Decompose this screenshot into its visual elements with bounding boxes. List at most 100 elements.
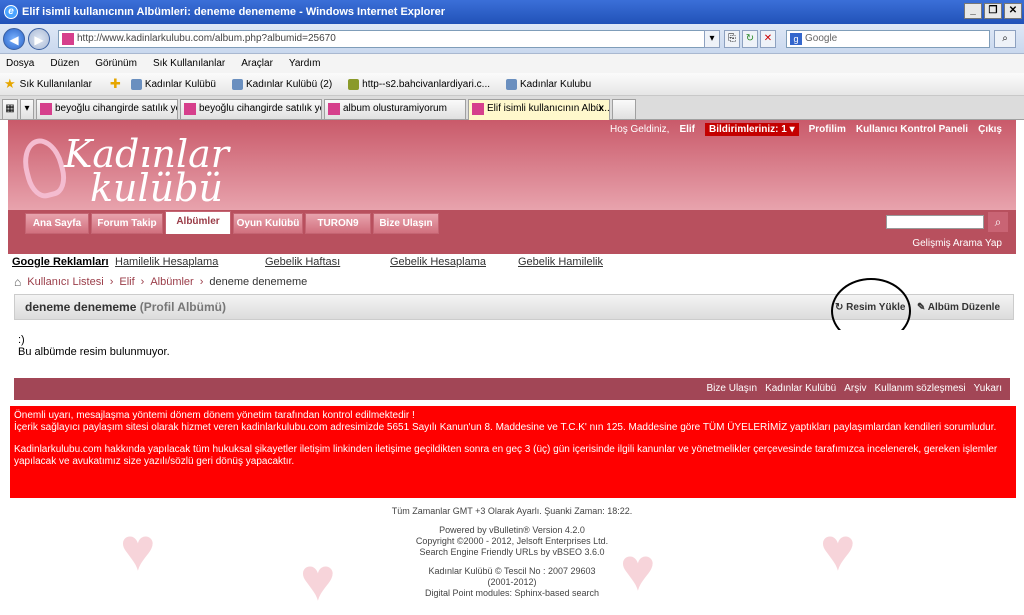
breadcrumb-link[interactable]: Elif (119, 276, 134, 288)
page-icon (348, 78, 360, 90)
tescil-text: Kadınlar Kulübü © Tescil No : 2007 29603 (428, 566, 596, 576)
window-title: Elif isimli kullanıcının Albümleri: dene… (22, 6, 446, 18)
breadcrumb-separator-icon: › (199, 276, 204, 288)
advanced-search-link[interactable]: Gelişmiş Arama Yap (912, 238, 1002, 249)
favorites-bar: ★ Sık Kullanılanlar ✚ Kadınlar Kulübü Ka… (0, 73, 1024, 96)
nav-albums[interactable]: Albümler (165, 211, 231, 235)
quick-tabs-icon[interactable]: ▦ (2, 99, 18, 119)
footer-link[interactable]: Arşiv (844, 383, 866, 394)
web-page: ♥ ♥ ♥ ♥ ♥ ♥ Kadınlar kulübü Hoş Geldiniz… (0, 120, 1024, 615)
profile-link[interactable]: Profilim (809, 124, 846, 135)
breadcrumb-separator-icon: › (140, 276, 145, 288)
footer-bar: Bize Ulaşın Kadınlar Kulübü Arşiv Kullan… (14, 378, 1010, 400)
nav-forum-follow[interactable]: Forum Takip (91, 213, 163, 234)
sub-bar: Gelişmiş Arama Yap (8, 234, 1016, 254)
empty-album-message: Bu albümde resim bulunmuyor. (18, 346, 170, 358)
breadcrumb-link[interactable]: Kullanıcı Listesi (27, 276, 103, 288)
google-ads: Google Reklamları Hamilelik Hesaplama Ge… (12, 256, 603, 268)
main-nav: Ana Sayfa Forum Takip Albümler Oyun Kulü… (8, 210, 1016, 235)
ad-link[interactable]: Gebelik Hesaplama (390, 256, 518, 268)
notifications-button[interactable]: Bildirimleriniz: 1 ▾ (705, 123, 799, 136)
favorites-button[interactable]: Sık Kullanılanlar (20, 79, 92, 90)
address-dropdown-button[interactable]: ▾ (704, 30, 720, 48)
greeting-text: Hoş Geldiniz, (609, 124, 670, 135)
user-links: Hoş Geldiniz, Elif Bildirimleriniz: 1 ▾ … (610, 123, 1002, 136)
refresh-button[interactable]: ↻ (742, 30, 758, 48)
google-icon: g (790, 33, 802, 45)
new-tab-button[interactable] (612, 99, 636, 119)
footer-link[interactable]: Kullanım sözleşmesi (874, 383, 965, 394)
years-text: (2001-2012) (487, 577, 537, 587)
nav-turon9[interactable]: TURON9 (305, 213, 371, 234)
breadcrumb-link[interactable]: Albümler (150, 276, 193, 288)
page-icon (232, 78, 243, 90)
favorites-star-icon: ★ (4, 76, 16, 91)
ads-label: Google Reklamları (12, 256, 109, 268)
back-button[interactable]: ◀ (3, 28, 25, 50)
ad-link[interactable]: Hamilelik Hesaplama (115, 256, 265, 268)
logout-link[interactable]: Çıkış (978, 124, 1002, 135)
tab-list-button[interactable]: ▾ (20, 99, 34, 119)
site-logo[interactable]: Kadınlar kulübü (16, 126, 230, 210)
close-button[interactable]: ✕ (1004, 3, 1022, 19)
modules-text: Digital Point modules: Sphinx-based sear… (424, 588, 600, 598)
tab-favicon-icon (40, 103, 52, 115)
nav-home[interactable]: Ana Sayfa (25, 213, 89, 234)
username-link[interactable]: Elif (679, 124, 695, 135)
site-header: Kadınlar kulübü Hoş Geldiniz, Elif Bildi… (8, 120, 1016, 210)
menu-tools[interactable]: Araçlar (241, 58, 273, 69)
browser-tab-active[interactable]: Elif isimli kullanıcının Albü... x (468, 99, 610, 120)
menu-gorunum[interactable]: Görünüm (95, 58, 137, 69)
time-text: Tüm Zamanlar GMT +3 Olarak Ayarlı. Şuank… (391, 506, 633, 516)
footer-link[interactable]: Kadınlar Kulübü (765, 383, 836, 394)
album-title: deneme denememe (Profil Albümü) (25, 300, 226, 314)
tab-bar: ▦ ▾ beyoğlu cihangirde satılık ye... bey… (0, 96, 1024, 120)
search-button[interactable]: ⌕ (994, 30, 1016, 48)
tab-favicon-icon (328, 103, 340, 115)
window-title-bar: e Elif isimli kullanıcının Albümleri: de… (0, 0, 1024, 24)
favorite-link[interactable]: Kadınlar Kulübü (2) (226, 78, 338, 90)
address-field[interactable]: http://www.kadinlarkulubu.com/album.php?… (58, 30, 718, 48)
close-tab-icon[interactable]: x (598, 100, 604, 118)
nav-contact[interactable]: Bize Ulaşın (373, 213, 439, 234)
ad-link[interactable]: Gebelik Hamilelik (518, 256, 603, 268)
page-icon (506, 78, 518, 90)
control-panel-link[interactable]: Kullanıcı Kontrol Paneli (856, 124, 968, 135)
footer-link[interactable]: Yukarı (974, 383, 1002, 394)
forward-button[interactable]: ▶ (28, 28, 50, 50)
edit-album-button[interactable]: ✎ Albüm Düzenle (917, 302, 1000, 313)
footer-link[interactable]: Bize Ulaşın (707, 383, 758, 394)
favorite-link[interactable]: http--s2.bahcivanlardiyari.c... (342, 78, 496, 90)
address-url: http://www.kadinlarkulubu.com/album.php?… (77, 33, 336, 44)
favorite-link[interactable]: Kadınlar Kulübü (125, 78, 222, 90)
tab-favicon-icon (184, 103, 196, 115)
ad-link[interactable]: Gebelik Haftası (265, 256, 390, 268)
compat-view-button[interactable]: ⎘ (724, 30, 740, 48)
minimize-button[interactable]: _ (964, 3, 982, 19)
browser-tab[interactable]: beyoğlu cihangirde satılık ye... (36, 99, 178, 119)
seo-text: Search Engine Friendly URLs by vBSEO 3.6… (419, 547, 605, 557)
browser-tab[interactable]: beyoğlu cihangirde satılık ye... (180, 99, 322, 119)
site-search-input[interactable] (886, 215, 984, 229)
menu-favorites[interactable]: Sık Kullanılanlar (153, 58, 225, 69)
page-icon (130, 78, 142, 90)
search-input[interactable]: g Google (786, 30, 990, 48)
menu-help[interactable]: Yardım (289, 58, 321, 69)
add-favorite-icon[interactable]: ✚ (110, 76, 121, 92)
warning-line: Kadinlarkulubu.com hakkında yapılacak tü… (14, 444, 998, 467)
stop-button[interactable]: ✕ (760, 30, 776, 48)
site-search-icon[interactable]: ⌕ (988, 212, 1008, 232)
menu-dosya[interactable]: Dosya (6, 58, 34, 69)
tab-favicon-icon (472, 103, 484, 115)
warning-line: Önemli uyarı, mesajlaşma yöntemi dönem d… (14, 410, 415, 421)
site-favicon-icon (62, 33, 74, 45)
breadcrumb: ⌂ Kullanıcı Listesi › Elif › Albümler › … (14, 275, 307, 289)
favorite-link[interactable]: Kadınlar Kulubu (500, 78, 597, 90)
browser-tab[interactable]: album olusturamiyorum (324, 99, 466, 119)
menu-duzen[interactable]: Düzen (50, 58, 79, 69)
smiley-text: :) (18, 334, 25, 346)
album-content: :) Bu albümde resim bulunmuyor. (14, 330, 1010, 364)
maximize-button[interactable]: ❐ (984, 3, 1002, 19)
nav-game-club[interactable]: Oyun Kulübü (233, 213, 303, 234)
home-icon[interactable]: ⌂ (14, 275, 21, 289)
